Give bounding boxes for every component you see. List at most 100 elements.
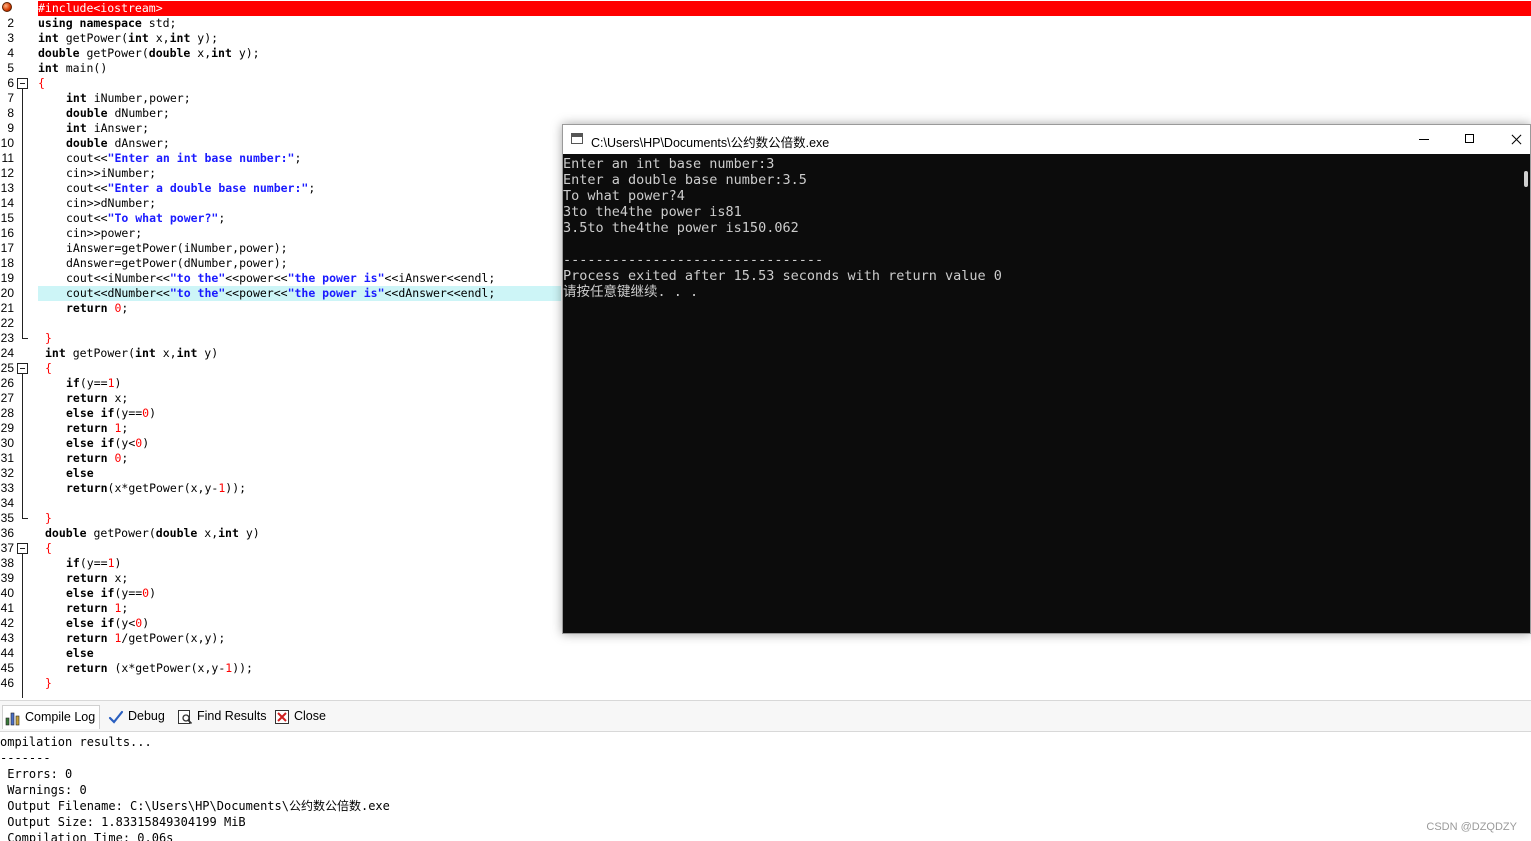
log-line: ompilation results...: [0, 735, 152, 749]
code-keyword: else if: [66, 586, 115, 600]
code-line[interactable]: return(x*getPower(x,y-1));: [66, 481, 246, 496]
line-number: 33: [0, 481, 14, 495]
line-number: 38: [0, 556, 14, 570]
line-number: 3: [7, 31, 14, 45]
code-line[interactable]: }: [45, 331, 52, 346]
line-number: 14: [0, 196, 14, 210]
code-line[interactable]: else if(y==0): [66, 586, 156, 601]
fold-line: [22, 374, 23, 518]
code-keyword: double: [66, 136, 108, 150]
close-icon[interactable]: [1493, 125, 1530, 154]
tab-compile-log[interactable]: Compile Log: [2, 705, 100, 729]
code-line[interactable]: }: [45, 511, 52, 526]
code-line[interactable]: double dAnswer;: [66, 136, 170, 151]
code-line[interactable]: double dNumber;: [66, 106, 170, 121]
code-text: ;: [308, 181, 316, 195]
fold-toggle-int-getpower[interactable]: [17, 363, 28, 374]
line-number: 26: [0, 376, 14, 390]
code-keyword: double: [148, 46, 191, 60]
code-keyword: int: [218, 526, 239, 540]
code-text: ): [142, 616, 150, 630]
code-line[interactable]: else: [66, 646, 94, 661]
code-line[interactable]: return 1/getPower(x,y);: [66, 631, 225, 646]
code-number: 1: [107, 421, 122, 435]
console-title-bar[interactable]: C:\Users\HP\Documents\公约数公倍数.exe: [563, 125, 1530, 154]
code-line[interactable]: int getPower(int x,int y): [45, 346, 218, 361]
code-line[interactable]: double getPower(double x,int y);: [38, 46, 260, 61]
code-line-breakpoint[interactable]: #include<iostream>: [38, 1, 1531, 16]
code-line[interactable]: cout<<iNumber<<"to the"<<power<<"the pow…: [66, 271, 495, 286]
line-number-gutter[interactable]: 2 3 4 5 6 7 8 9 10 11 12 13 14 15 16 17 …: [0, 0, 36, 698]
code-line[interactable]: int iAnswer;: [66, 121, 149, 136]
code-text: ): [149, 586, 157, 600]
tab-debug[interactable]: Debug: [106, 705, 170, 729]
fold-toggle-double-getpower[interactable]: [17, 543, 28, 554]
code-line[interactable]: else: [66, 466, 94, 481]
code-brace: }: [45, 331, 52, 345]
code-text: y);: [190, 31, 219, 45]
console-scrollbar[interactable]: [1520, 155, 1530, 633]
code-line[interactable]: return (x*getPower(x,y-1));: [66, 661, 253, 676]
maximize-icon[interactable]: [1447, 125, 1493, 154]
tab-find-results[interactable]: Find Results: [175, 705, 267, 729]
code-line[interactable]: int getPower(int x,int y);: [38, 31, 218, 46]
code-line[interactable]: int main(): [38, 61, 107, 76]
code-line[interactable]: if(y==1): [66, 556, 121, 571]
line-number: 22: [0, 316, 14, 330]
code-keyword: int: [38, 61, 59, 75]
code-line[interactable]: int iNumber,power;: [66, 91, 191, 106]
compile-log-output[interactable]: ompilation results... ------- Errors: 0 …: [0, 733, 1531, 841]
code-line[interactable]: if(y==1): [66, 376, 121, 391]
code-keyword: return: [66, 391, 108, 405]
code-line[interactable]: iAnswer=getPower(iNumber,power);: [66, 241, 288, 256]
code-line[interactable]: cin>>dNumber;: [66, 196, 156, 211]
code-text: getPower(: [58, 31, 129, 45]
code-line[interactable]: return x;: [66, 391, 128, 406]
code-line[interactable]: else if(y<0): [66, 616, 149, 631]
code-line[interactable]: cin>>iNumber;: [66, 166, 156, 181]
console-window[interactable]: C:\Users\HP\Documents\公约数公倍数.exe Enter a…: [562, 124, 1531, 634]
code-text: /getPower(x,y);: [121, 631, 226, 645]
code-line[interactable]: else if(y<0): [66, 436, 149, 451]
code-line[interactable]: double getPower(double x,int y): [45, 526, 260, 541]
code-text: std;: [141, 16, 177, 30]
code-line[interactable]: return 1;: [66, 601, 128, 616]
code-keyword: int: [135, 346, 156, 360]
code-line[interactable]: {: [38, 76, 45, 91]
code-text: getPower(: [79, 46, 149, 60]
code-text: cin>>power;: [66, 226, 143, 240]
code-line[interactable]: cout<<"Enter an int base number:";: [66, 151, 301, 166]
code-line[interactable]: else if(y==0): [66, 406, 156, 421]
code-line[interactable]: }: [45, 676, 52, 691]
minimize-icon[interactable]: [1401, 125, 1447, 154]
fold-toggle-main[interactable]: [17, 78, 28, 89]
breakpoint-icon[interactable]: [2, 2, 12, 12]
code-line[interactable]: {: [45, 541, 52, 556]
log-line: Output Filename: C:\Users\HP\Documents\公…: [0, 799, 390, 813]
code-line[interactable]: cout<<"Enter a double base number:";: [66, 181, 315, 196]
code-line[interactable]: using namespace std;: [38, 16, 176, 31]
code-line[interactable]: return 1;: [66, 421, 128, 436]
code-line[interactable]: return x;: [66, 571, 128, 586]
bottom-tab-bar: Compile Log Debug Find Results Close: [0, 700, 1531, 732]
line-number: 44: [0, 646, 14, 660]
console-output[interactable]: Enter an int base number:3 Enter a doubl…: [563, 155, 1521, 633]
code-line[interactable]: return 0;: [66, 451, 128, 466]
console-line: Enter an int base number:3: [563, 156, 775, 172]
code-line[interactable]: cout<<"To what power?";: [66, 211, 225, 226]
code-line[interactable]: cin>>power;: [66, 226, 142, 241]
code-line[interactable]: return 0;: [66, 301, 128, 316]
line-number: 28: [0, 406, 14, 420]
code-text: dNumber;: [107, 106, 170, 120]
code-line[interactable]: {: [45, 361, 52, 376]
code-line[interactable]: dAnswer=getPower(dNumber,power);: [66, 256, 288, 271]
tab-close[interactable]: Close: [272, 705, 328, 729]
code-text: ;: [121, 451, 129, 465]
tab-label: Compile Log: [25, 710, 96, 724]
code-keyword: return: [66, 451, 108, 465]
code-keyword: double: [155, 526, 198, 540]
code-line-current[interactable]: cout<<dNumber<<"to the"<<power<<"the pow…: [38, 286, 561, 301]
code-text: getPower(: [65, 346, 136, 360]
line-number: 25: [0, 361, 14, 375]
code-text: (y==: [114, 406, 143, 420]
